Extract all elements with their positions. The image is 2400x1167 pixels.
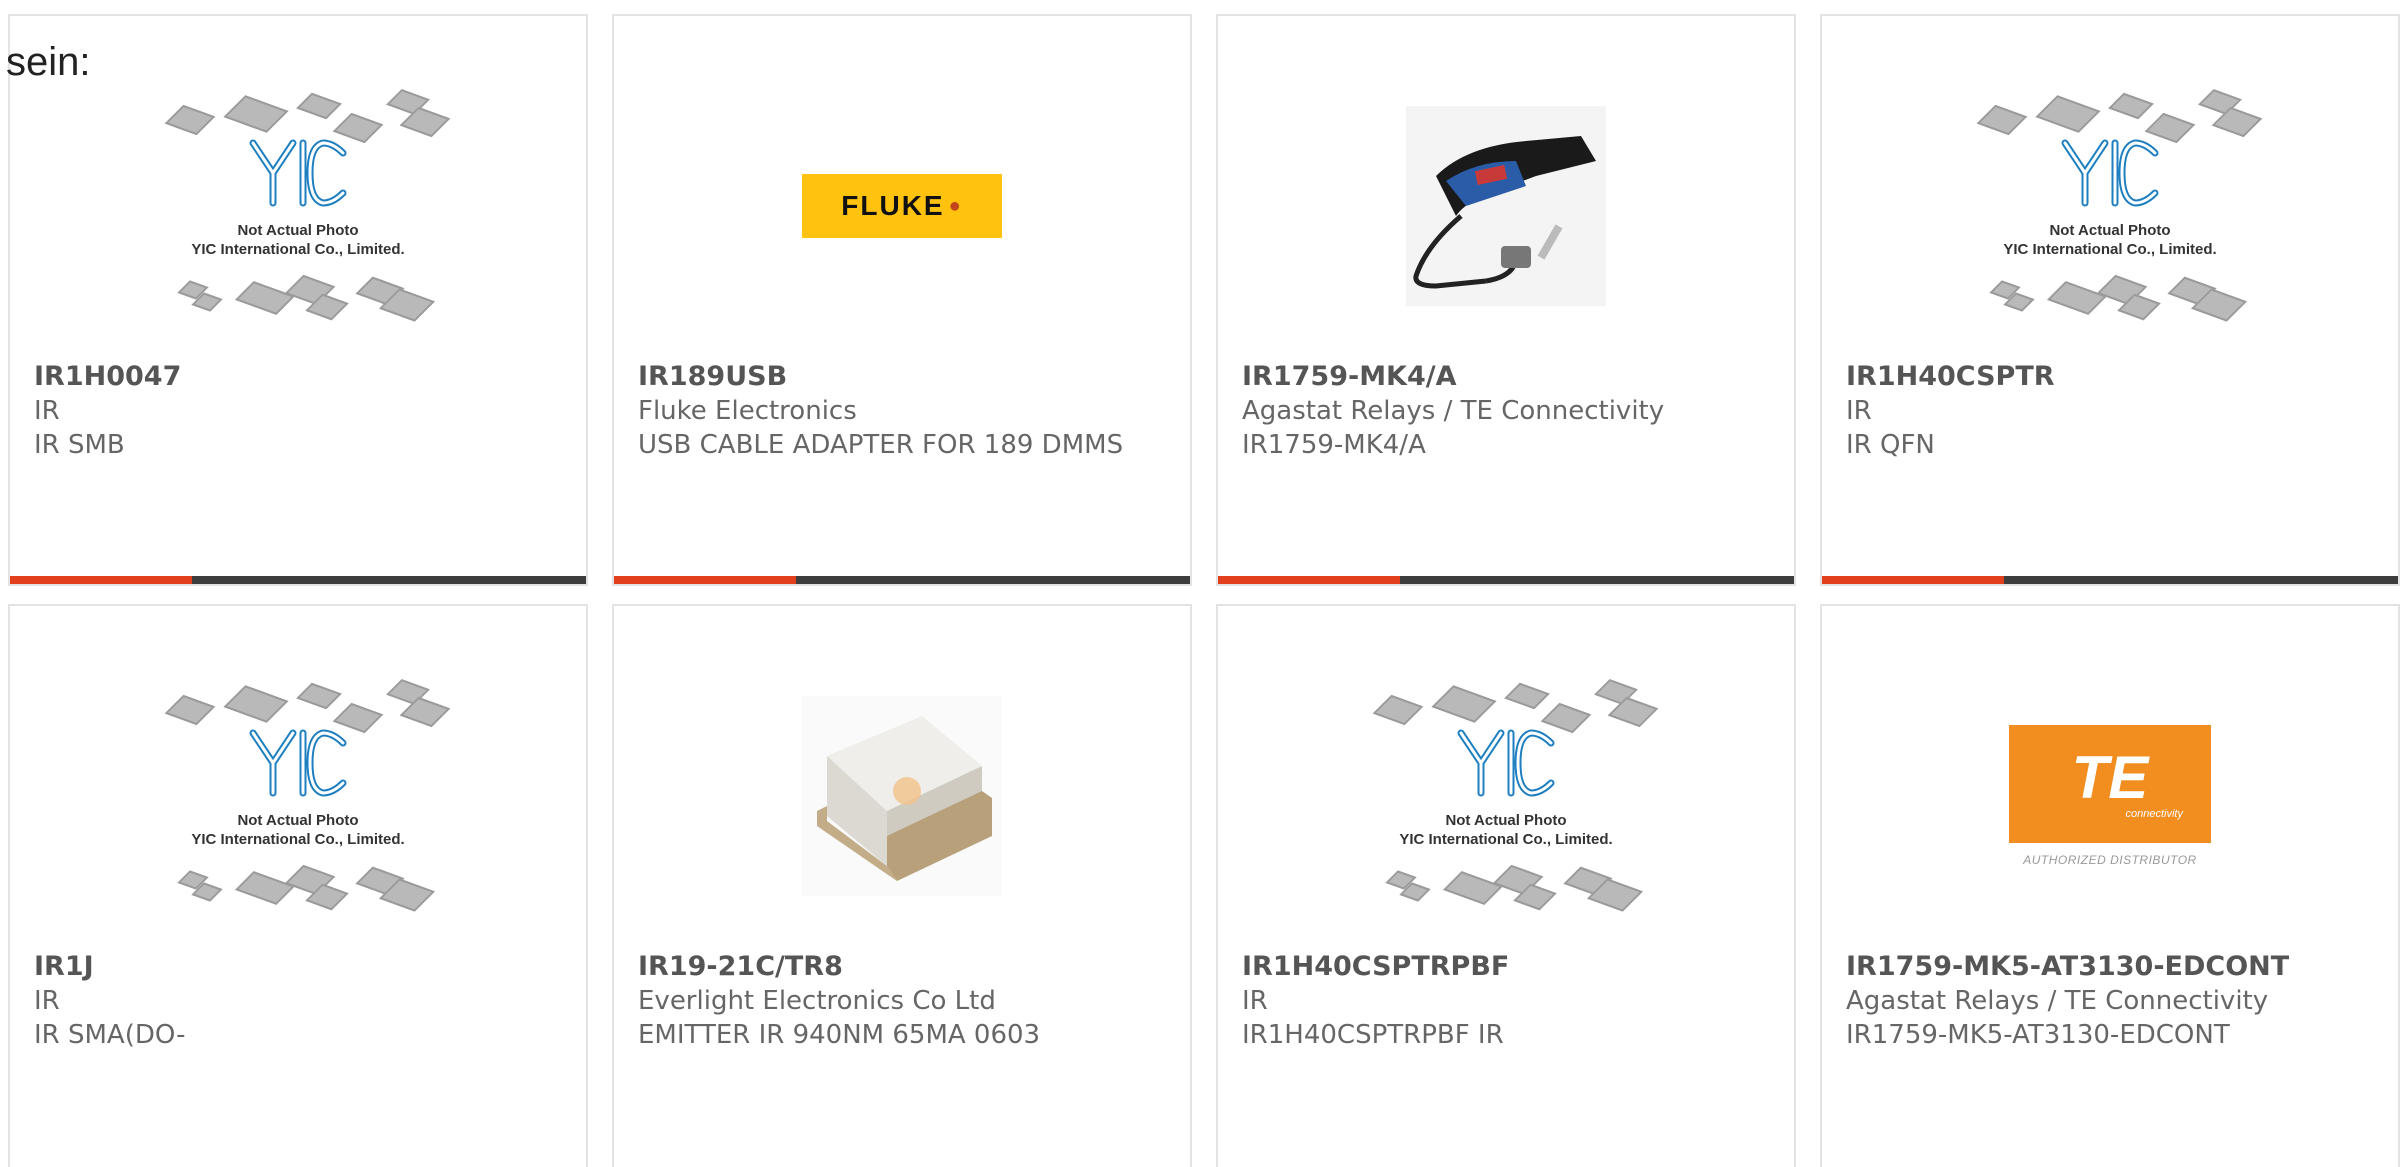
product-image[interactable]: Not Actual Photo YIC International Co., L… <box>10 76 586 336</box>
placeholder-caption-line1: Not Actual Photo <box>237 812 359 829</box>
part-number-link[interactable]: IR1759-MK5-AT3130-EDCONT <box>1846 950 2374 984</box>
card-accent-bar <box>614 576 796 584</box>
placeholder-caption-line1: Not Actual Photo <box>2049 222 2171 239</box>
authorized-distributor-label: AUTHORIZED DISTRIBUTOR <box>2023 853 2197 867</box>
product-info: IR1759-MK5-AT3130-EDCONT Agastat Relays /… <box>1846 950 2374 1052</box>
manufacturer-name: IR <box>34 396 60 426</box>
fluke-logo-text: FLUKE <box>841 190 945 221</box>
card-bottom-bar <box>614 576 1190 584</box>
product-info: IR1H40CSPTRPBF IR IR1H40CSPTRPBF IR <box>1242 950 1770 1052</box>
yic-placeholder-image: Not Actual Photo YIC International Co., L… <box>163 676 451 916</box>
product-image[interactable]: TE connectivity AUTHORIZED DISTRIBUTOR <box>1822 666 2398 926</box>
product-card[interactable]: IR19-21C/TR8 Everlight Electronics Co Ltd… <box>612 604 1192 1167</box>
product-info: IR189USB Fluke Electronics USB CABLE ADAPT… <box>638 360 1166 462</box>
product-description: IR SMA(DO- <box>34 1020 186 1050</box>
card-accent-bar <box>10 576 192 584</box>
yic-placeholder-image: Not Actual Photo YIC International Co., L… <box>163 86 451 326</box>
product-image[interactable]: Not Actual Photo YIC International Co., L… <box>10 666 586 926</box>
product-image[interactable] <box>614 666 1190 926</box>
product-description: IR QFN <box>1846 430 1935 460</box>
product-info: IR1H40CSPTR IR IR QFN <box>1846 360 2374 462</box>
yic-logo-icon <box>2061 139 2159 207</box>
placeholder-caption: Not Actual Photo YIC International Co., L… <box>163 811 433 849</box>
part-number-link[interactable]: IR1H0047 <box>34 360 562 394</box>
part-number-link[interactable]: IR189USB <box>638 360 1166 394</box>
product-grid-page: sein: Not Actual Photo YIC International … <box>0 0 2400 1167</box>
smd-led-photo <box>802 696 1002 896</box>
card-bottom-bar <box>1218 576 1794 584</box>
product-image[interactable]: FLUKE ● <box>614 76 1190 336</box>
product-card[interactable]: Not Actual Photo YIC International Co., L… <box>8 604 588 1167</box>
part-number-link[interactable]: IR1J <box>34 950 562 984</box>
manufacturer-name: Agastat Relays / TE Connectivity <box>1846 986 2269 1016</box>
product-description: USB CABLE ADAPTER FOR 189 DMMS <box>638 430 1124 460</box>
yic-placeholder-image: Not Actual Photo YIC International Co., L… <box>1975 86 2263 326</box>
te-logo-box: TE connectivity <box>2009 725 2211 843</box>
chip-illustrations-bottom <box>1371 862 1643 912</box>
fluke-logo-image: FLUKE ● <box>802 174 1002 238</box>
product-description: IR1759-MK4/A <box>1242 430 1426 460</box>
chip-illustrations-top <box>1975 86 2263 144</box>
product-description: IR SMB <box>34 430 125 460</box>
part-number-link[interactable]: IR19-21C/TR8 <box>638 950 1166 984</box>
product-card[interactable]: Not Actual Photo YIC International Co., L… <box>1216 604 1796 1167</box>
chip-illustrations-top <box>163 86 451 144</box>
te-logo-sub: connectivity <box>2125 808 2183 820</box>
card-accent-bar <box>1218 576 1400 584</box>
product-description: EMITTER IR 940NM 65MA 0603 <box>638 1020 1041 1050</box>
manufacturer-name: Agastat Relays / TE Connectivity <box>1242 396 1665 426</box>
chip-illustrations-top <box>163 676 451 734</box>
product-card[interactable]: Not Actual Photo YIC International Co., L… <box>1820 14 2400 586</box>
product-card[interactable]: IR1759-MK4/A Agastat Relays / TE Connecti… <box>1216 14 1796 586</box>
placeholder-caption-line1: Not Actual Photo <box>237 222 359 239</box>
part-number-link[interactable]: IR1759-MK4/A <box>1242 360 1770 394</box>
placeholder-caption-line2: YIC International Co., Limited. <box>2003 241 2217 258</box>
te-logo-mark: TE <box>2071 744 2149 811</box>
ir-probe-photo <box>1406 106 1606 306</box>
product-info: IR19-21C/TR8 Everlight Electronics Co Ltd… <box>638 950 1166 1052</box>
product-card[interactable]: Not Actual Photo YIC International Co., L… <box>8 14 588 586</box>
card-bottom-bar <box>10 576 586 584</box>
placeholder-caption-line2: YIC International Co., Limited. <box>1399 831 1613 848</box>
product-image[interactable]: Not Actual Photo YIC International Co., L… <box>1822 76 2398 336</box>
product-card[interactable]: FLUKE ● IR189USB Fluke Electronics USB CABLE… <box>612 14 1192 586</box>
chip-illustrations-top <box>1371 676 1659 734</box>
manufacturer-name: IR <box>1846 396 1872 426</box>
card-bottom-bar <box>1822 576 2398 584</box>
yic-placeholder-image: Not Actual Photo YIC International Co., L… <box>1371 676 1659 916</box>
product-info: IR1759-MK4/A Agastat Relays / TE Connecti… <box>1242 360 1770 462</box>
section-heading-fragment: sein: <box>6 40 91 84</box>
placeholder-caption: Not Actual Photo YIC International Co., L… <box>163 221 433 259</box>
product-description: IR1H40CSPTRPBF IR <box>1242 1020 1504 1050</box>
placeholder-caption: Not Actual Photo YIC International Co., L… <box>1371 811 1641 849</box>
yic-logo-icon <box>249 139 347 207</box>
placeholder-caption-line2: YIC International Co., Limited. <box>191 831 405 848</box>
product-image[interactable]: Not Actual Photo YIC International Co., L… <box>1218 666 1794 926</box>
placeholder-caption-line2: YIC International Co., Limited. <box>191 241 405 258</box>
product-card[interactable]: TE connectivity AUTHORIZED DISTRIBUTOR IR17… <box>1820 604 2400 1167</box>
part-number-link[interactable]: IR1H40CSPTRPBF <box>1242 950 1770 984</box>
placeholder-caption-line1: Not Actual Photo <box>1445 812 1567 829</box>
chip-illustrations-bottom <box>1975 272 2247 322</box>
product-image[interactable] <box>1218 76 1794 336</box>
manufacturer-name: IR <box>34 986 60 1016</box>
chip-illustrations-bottom <box>163 272 435 322</box>
product-info: IR1H0047 IR IR SMB <box>34 360 562 462</box>
chip-illustrations-bottom <box>163 862 435 912</box>
manufacturer-name: IR <box>1242 986 1268 1016</box>
product-description: IR1759-MK5-AT3130-EDCONT <box>1846 1020 2230 1050</box>
card-accent-bar <box>1822 576 2004 584</box>
yic-logo-icon <box>249 729 347 797</box>
product-info: IR1J IR IR SMA(DO- <box>34 950 562 1052</box>
te-connectivity-logo-image: TE connectivity AUTHORIZED DISTRIBUTOR <box>2009 725 2211 867</box>
part-number-link[interactable]: IR1H40CSPTR <box>1846 360 2374 394</box>
manufacturer-name: Everlight Electronics Co Ltd <box>638 986 996 1016</box>
yic-logo-icon <box>1457 729 1555 797</box>
placeholder-caption: Not Actual Photo YIC International Co., L… <box>1975 221 2245 259</box>
fluke-dot-icon: ● <box>948 194 963 217</box>
manufacturer-name: Fluke Electronics <box>638 396 857 426</box>
